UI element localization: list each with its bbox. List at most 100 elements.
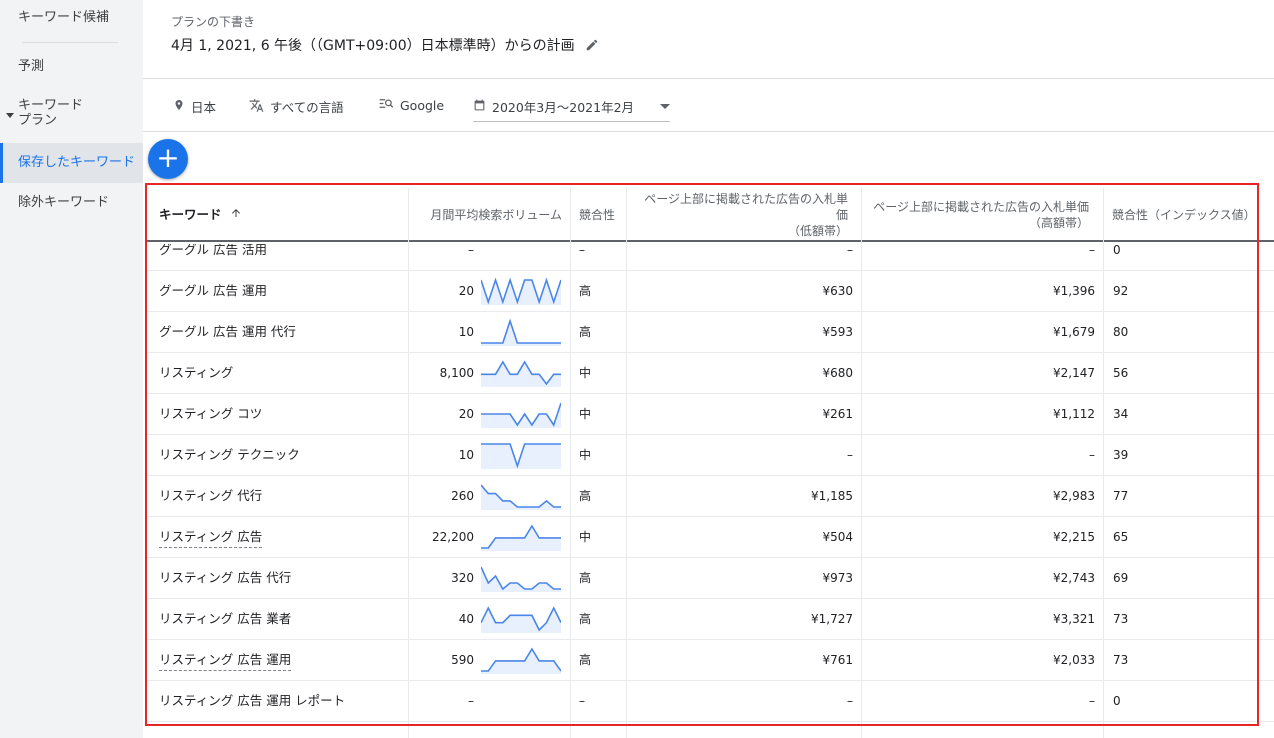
trend-sparkline xyxy=(481,484,561,510)
column-header-top-bid-high[interactable]: ページ上部に掲載された広告の入札単価 （高額帯） xyxy=(869,188,1089,242)
table-row[interactable]: リスティング 代行 260 高 ¥1,185 ¥2,983 77 xyxy=(145,476,1274,517)
top-bid-high-cell: ¥1,396 xyxy=(1053,284,1095,298)
competition-cell: 中 xyxy=(579,530,592,544)
column-header-competition-index[interactable]: 競合性（インデックス値） xyxy=(1112,188,1262,242)
keyword-text: リスティング 広告 業者 xyxy=(159,611,292,626)
top-bid-high-cell: ¥2,147 xyxy=(1053,366,1095,380)
add-keyword-button[interactable]: + xyxy=(148,139,188,179)
plan-title[interactable]: 4月 1, 2021, 6 午後（（GMT+09:00）日本標準時）からの計画 xyxy=(171,35,599,56)
date-range-label: 2020年3月～2021年2月 xyxy=(492,100,635,115)
keyword-cell: グーグル 広告 運用 代行 xyxy=(159,312,404,352)
top-bid-low-cell: ¥504 xyxy=(822,530,853,544)
chevron-down-icon xyxy=(660,104,671,109)
table-row[interactable]: リスティング 広告 運用 590 高 ¥761 ¥2,033 73 xyxy=(145,640,1274,681)
column-header-keyword[interactable]: キーワード xyxy=(159,188,399,242)
top-bid-high-cell: ¥3,321 xyxy=(1053,612,1095,626)
trend-sparkline xyxy=(481,360,561,387)
table-row[interactable]: リスティング 広告 代行 320 高 ¥973 ¥2,743 69 xyxy=(145,558,1274,599)
competition-cell: 高 xyxy=(579,489,592,503)
table-row[interactable]: リスティング 広告 業者 40 高 ¥1,727 ¥3,321 73 xyxy=(145,599,1274,640)
column-header-top-bid-low[interactable]: ページ上部に掲載された広告の入札単価 （低額帯） xyxy=(635,188,848,242)
competition-index-cell: 56 xyxy=(1113,366,1129,380)
plan-header: プランの下書き 4月 1, 2021, 6 午後（（GMT+09:00）日本標準… xyxy=(143,0,1274,79)
trend-sparkline xyxy=(481,647,561,674)
keyword-text: リスティング テクニック xyxy=(159,447,300,462)
top-bid-low-cell: ¥1,185 xyxy=(811,489,853,503)
keyword-text[interactable]: リスティング 広告 運用 xyxy=(159,652,292,671)
translate-icon xyxy=(249,98,264,116)
sidebar-divider xyxy=(22,42,118,43)
monthly-volume-cell: 10 xyxy=(458,325,474,339)
network-filter-label: Google xyxy=(400,97,445,113)
trend-sparkline xyxy=(481,566,561,592)
competition-cell: 高 xyxy=(579,612,592,626)
competition-index-cell: 65 xyxy=(1113,530,1129,544)
top-bid-low-cell: ¥680 xyxy=(822,366,853,380)
competition-index-cell: 92 xyxy=(1113,284,1129,298)
location-filter-label: 日本 xyxy=(191,100,217,115)
competition-index-cell: 73 xyxy=(1113,653,1129,667)
competition-index-cell: 0 xyxy=(1113,694,1121,708)
column-header-monthly-volume[interactable]: 月間平均検索ボリューム xyxy=(409,188,562,242)
sidebar: キーワード候補 予測 キーワード プラン 保存したキーワード 除外キーワード xyxy=(0,0,143,738)
column-header-keyword-label: キーワード xyxy=(159,207,222,222)
language-filter[interactable]: すべての言語 xyxy=(249,97,344,116)
date-range-dropdown[interactable]: 2020年3月～2021年2月 xyxy=(473,97,671,122)
keyword-table: キーワード 月間平均検索ボリューム 競合性 ページ上部に掲載された広告の入札単価… xyxy=(145,183,1274,738)
monthly-volume-cell: 40 xyxy=(458,612,474,626)
keyword-cell: リスティング 代行 xyxy=(159,476,404,516)
keyword-cell: リスティング テクニック xyxy=(159,435,404,475)
filter-bar: 日本 すべての言語 Google 2020年3月～2021年2月 xyxy=(143,80,1274,132)
table-row[interactable]: リスティング 広告 22,200 中 ¥504 ¥2,215 65 xyxy=(145,517,1274,558)
competition-cell: 高 xyxy=(579,284,592,298)
monthly-volume-cell: 20 xyxy=(458,407,474,421)
top-bid-high-cell: – xyxy=(1089,694,1095,708)
top-bid-high-cell: ¥2,743 xyxy=(1053,571,1095,585)
monthly-volume-cell: 8,100 xyxy=(439,366,474,380)
table-row[interactable]: グーグル 広告 運用 20 高 ¥630 ¥1,396 92 xyxy=(145,271,1274,312)
keyword-cell: リスティング コツ xyxy=(159,394,404,434)
keyword-text: リスティング xyxy=(159,365,234,380)
calendar-icon xyxy=(473,98,486,115)
competition-cell: 中 xyxy=(579,448,592,462)
keyword-text: グーグル 広告 運用 xyxy=(159,283,267,298)
table-row[interactable]: リスティング 広告 運用 レポート – – – – 0 xyxy=(145,681,1274,722)
keyword-planner-window: キーワード候補 予測 キーワード プラン 保存したキーワード 除外キーワード プ… xyxy=(0,0,1274,738)
monthly-volume-cell: 22,200 xyxy=(432,530,474,544)
language-filter-label: すべての言語 xyxy=(270,100,344,115)
keyword-cell: リスティング 広告 運用 レポート xyxy=(159,681,404,721)
competition-index-cell: 77 xyxy=(1113,489,1129,503)
table-row[interactable]: リスティング コツ 20 中 ¥261 ¥1,112 34 xyxy=(145,394,1274,435)
competition-cell: 中 xyxy=(579,366,592,380)
sidebar-item-saved-keywords[interactable]: 保存したキーワード xyxy=(0,143,143,183)
sort-ascending-icon[interactable] xyxy=(230,207,242,223)
keyword-text[interactable]: リスティング 広告 xyxy=(159,529,263,548)
table-row[interactable]: グーグル 広告 運用 代行 10 高 ¥593 ¥1,679 80 xyxy=(145,312,1274,353)
competition-index-cell: 39 xyxy=(1113,448,1129,462)
top-bid-low-cell: ¥973 xyxy=(822,571,853,585)
sidebar-item-keyword-plans[interactable]: キーワード プラン xyxy=(0,98,143,128)
competition-index-cell: 34 xyxy=(1113,407,1129,421)
keyword-cell: グーグル 広告 運用 xyxy=(159,271,404,311)
column-header-competition[interactable]: 競合性 xyxy=(579,188,629,242)
sidebar-item-forecast[interactable]: 予測 xyxy=(0,59,143,74)
sparkline-area xyxy=(481,403,561,428)
monthly-volume-cell: 20 xyxy=(458,284,474,298)
sidebar-item-negative-keywords[interactable]: 除外キーワード xyxy=(0,195,143,210)
table-row[interactable]: リスティング 8,100 中 ¥680 ¥2,147 56 xyxy=(145,353,1274,394)
monthly-volume-cell: 320 xyxy=(451,571,474,585)
edit-pencil-icon[interactable] xyxy=(585,38,599,56)
table-row[interactable]: リスティング テクニック 10 中 – – 39 xyxy=(145,435,1274,476)
top-bid-low-cell: – xyxy=(847,448,853,462)
sidebar-item-keyword-ideas[interactable]: キーワード候補 xyxy=(0,10,143,25)
top-bid-high-cell: ¥2,033 xyxy=(1053,653,1095,667)
top-bid-high-cell: – xyxy=(1089,448,1095,462)
location-filter[interactable]: 日本 xyxy=(173,97,216,116)
keyword-text: グーグル 広告 活用 xyxy=(159,242,267,257)
top-bid-high-cell: ¥2,983 xyxy=(1053,489,1095,503)
competition-cell: 高 xyxy=(579,325,592,339)
monthly-volume-cell: 10 xyxy=(458,448,474,462)
keyword-cell: リスティング 広告 代行 xyxy=(159,558,404,598)
keyword-cell: リスティング 広告 xyxy=(159,517,404,557)
network-filter[interactable]: Google xyxy=(379,97,444,113)
